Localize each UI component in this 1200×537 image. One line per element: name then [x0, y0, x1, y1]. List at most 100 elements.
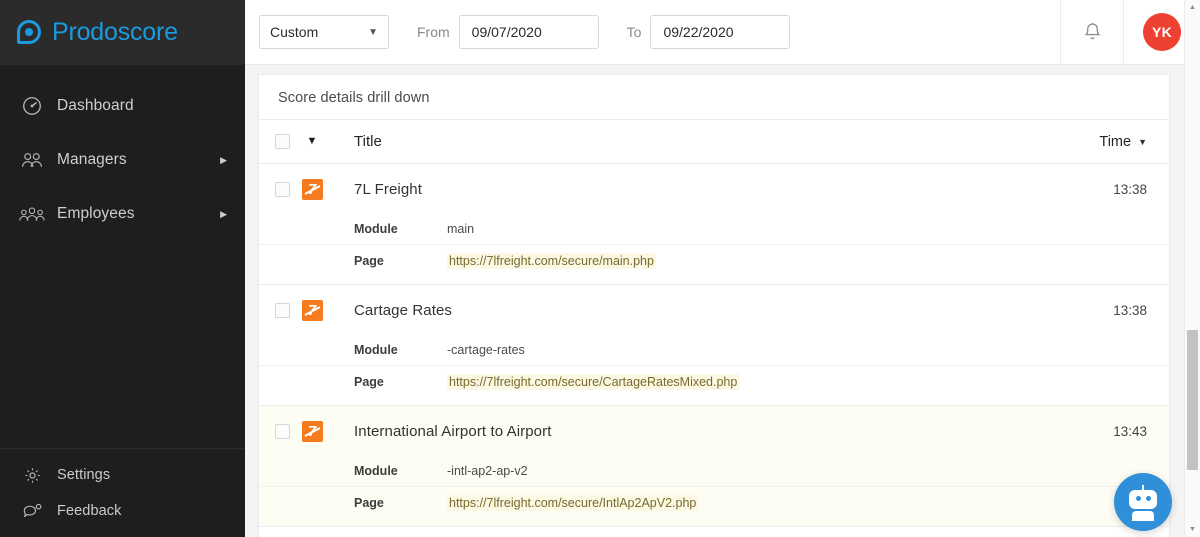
table-row-main[interactable]: 7 Cartage Rates 13:59 [259, 527, 1169, 537]
detail-value-module: -intl-ap2-ap-v2 [447, 464, 528, 478]
row-select-cell [267, 181, 297, 197]
sidebar-item-label: Managers [57, 151, 127, 168]
content-scroll-area: Score details drill down ▼ Title Time ▼ [245, 65, 1200, 537]
sidebar-nav: Dashboard Managers ▶ Employees ▶ [0, 65, 245, 448]
sidebar-item-managers[interactable]: Managers ▶ [0, 133, 245, 187]
detail-label-module: Module [354, 222, 398, 236]
row-spacer [259, 518, 1169, 526]
table-body: 7 7L Freight 13:38 Module main Page http… [259, 164, 1169, 537]
row-checkbox[interactable] [274, 181, 290, 197]
sidebar-item-employees[interactable]: Employees ▶ [0, 187, 245, 241]
sidebar-item-label: Settings [57, 467, 111, 483]
topbar: Custom ▼ From To YK [245, 0, 1200, 65]
robot-chat-icon [1126, 485, 1160, 521]
prodoscore-p-logo-icon [17, 19, 43, 46]
employees-people-icon [19, 204, 45, 224]
gear-icon [19, 467, 45, 484]
brand-logo[interactable]: Prodoscore [0, 0, 245, 65]
row-select-cell [267, 302, 297, 318]
to-date-input[interactable] [650, 15, 791, 49]
row-checkbox[interactable] [274, 302, 290, 318]
row-app-icon-cell: 7 [297, 420, 327, 442]
chevron-right-icon: ▶ [220, 154, 227, 165]
column-header-title[interactable]: Title [354, 133, 382, 150]
row-title: 7L Freight [354, 180, 422, 198]
row-detail-page: Page https://7lfreight.com/secure/main.p… [259, 245, 1169, 276]
chat-bubbles-icon [19, 503, 45, 519]
page-scrollbar[interactable]: ▲ ▼ [1184, 0, 1200, 537]
detail-value-module: main [447, 222, 475, 236]
page-title: Score details drill down [278, 90, 430, 106]
detail-value-page[interactable]: https://7lfreight.com/secure/CartageRate… [447, 373, 740, 390]
sidebar-item-label: Dashboard [57, 97, 134, 114]
row-spacer [259, 276, 1169, 284]
row-time: 13:38 [1113, 181, 1147, 197]
score-details-card: Score details drill down ▼ Title Time ▼ [258, 74, 1170, 537]
row-detail-page: Page https://7lfreight.com/secure/Cartag… [259, 366, 1169, 397]
detail-label-page: Page [354, 495, 384, 510]
detail-value-page[interactable]: https://7lfreight.com/secure/main.php [447, 252, 656, 269]
date-range-value: Custom [270, 24, 319, 40]
table-row[interactable]: 7 International Airport to Airport 13:43… [259, 406, 1169, 527]
sidebar-item-dashboard[interactable]: Dashboard [0, 79, 245, 133]
managers-people-icon [19, 150, 45, 170]
sidebar: Prodoscore Dashboard Managers ▶ Employee… [0, 0, 245, 537]
chevron-right-icon: ▶ [220, 208, 227, 219]
row-title: International Airport to Airport [354, 422, 552, 440]
row-time: 13:43 [1113, 423, 1147, 439]
row-time: 13:38 [1113, 302, 1147, 318]
sidebar-item-settings[interactable]: Settings [0, 457, 245, 493]
select-all-cell [267, 134, 297, 149]
notification-bell-icon[interactable] [1060, 0, 1123, 65]
avatar: YK [1143, 13, 1181, 51]
table-row-main[interactable]: 7 Cartage Rates 13:38 [259, 285, 1169, 335]
date-range-select[interactable]: Custom ▼ [259, 15, 389, 49]
select-all-checkbox[interactable] [274, 134, 290, 149]
detail-label-module: Module [354, 464, 398, 478]
row-app-icon-cell: 7 [297, 178, 327, 200]
detail-value-page[interactable]: https://7lfreight.com/secure/IntlAp2ApV2… [447, 494, 699, 511]
row-title: Cartage Rates [354, 301, 453, 319]
speedometer-icon [19, 95, 45, 117]
from-label: From [417, 24, 450, 40]
topbar-right: YK [1060, 0, 1200, 65]
from-date-input[interactable] [458, 15, 599, 49]
to-label: To [626, 24, 642, 40]
sidebar-item-feedback[interactable]: Feedback [0, 493, 245, 529]
scroll-up-arrow-icon[interactable]: ▲ [1185, 0, 1200, 15]
table-row-main[interactable]: 7 International Airport to Airport 13:43 [259, 406, 1169, 456]
table-row[interactable]: 7 Cartage Rates 13:38 Module -cartage-ra… [259, 285, 1169, 406]
row-app-icon-cell: 7 [297, 299, 327, 321]
row-detail-page: Page https://7lfreight.com/secure/IntlAp… [259, 487, 1169, 518]
row-spacer [259, 397, 1169, 405]
column-header-time-label: Time [1099, 133, 1132, 150]
detail-label-module: Module [354, 343, 398, 357]
table-header-row: ▼ Title Time ▼ [259, 119, 1169, 164]
scroll-down-arrow-icon[interactable]: ▼ [1185, 522, 1200, 537]
column-header-time[interactable]: Time ▼ [1099, 134, 1147, 150]
chat-bot-button[interactable] [1114, 473, 1172, 531]
scrollbar-thumb[interactable] [1187, 330, 1198, 470]
sort-descending-caret-icon: ▼ [1138, 136, 1147, 147]
brand-name: Prodoscore [52, 18, 178, 46]
table-row[interactable]: 7 Cartage Rates 13:59 [259, 527, 1169, 537]
detail-value-module: -cartage-rates [447, 343, 525, 357]
chevron-down-icon: ▼ [368, 26, 378, 38]
table-row-main[interactable]: 7 7L Freight 13:38 [259, 164, 1169, 214]
table-row[interactable]: 7 7L Freight 13:38 Module main Page http… [259, 164, 1169, 285]
seven-l-freight-app-icon: 7 [301, 420, 323, 442]
chevron-down-icon: ▼ [306, 135, 318, 147]
detail-label-page: Page [354, 374, 384, 389]
seven-l-freight-app-icon: 7 [301, 299, 323, 321]
sidebar-item-label: Employees [57, 205, 135, 222]
row-detail-module: Module main [259, 214, 1169, 245]
sidebar-bottom-nav: Settings Feedback [0, 448, 245, 537]
app-root: Prodoscore Dashboard Managers ▶ Employee… [0, 0, 1200, 537]
row-detail-module: Module -intl-ap2-ap-v2 [259, 456, 1169, 487]
main-area: Custom ▼ From To YK [245, 0, 1200, 537]
header-caret-menu[interactable]: ▼ [297, 136, 327, 147]
row-checkbox[interactable] [274, 423, 290, 439]
row-select-cell [267, 423, 297, 439]
sidebar-item-label: Feedback [57, 503, 122, 519]
row-detail-module: Module -cartage-rates [259, 335, 1169, 366]
